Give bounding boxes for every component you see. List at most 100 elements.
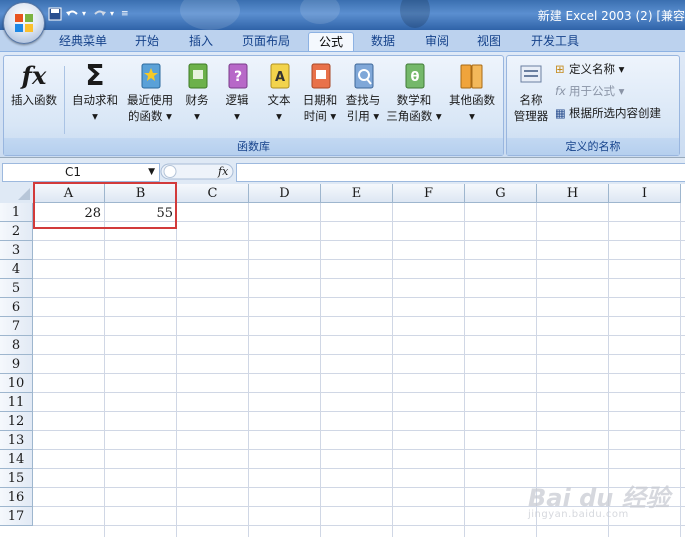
tab-view[interactable]: 视图 — [466, 32, 512, 51]
formula-input[interactable] — [236, 163, 685, 182]
dropdown-icon[interactable]: ▾ — [110, 7, 118, 21]
grid-row-line — [33, 392, 685, 393]
row-header-11[interactable]: 11 — [0, 393, 33, 412]
row-header-7[interactable]: 7 — [0, 317, 33, 336]
grid-row-line — [33, 430, 685, 431]
grid-row-line — [33, 411, 685, 412]
use-in-formula-button[interactable]: fx 用于公式 ▾ — [555, 82, 624, 100]
grid-row-line — [33, 335, 685, 336]
datetime-button[interactable]: 日期和 时间 ▾ — [300, 60, 340, 124]
tab-page-layout[interactable]: 页面布局 — [232, 32, 300, 51]
column-header-d[interactable]: D — [249, 184, 321, 203]
recent-label: 最近使用 — [127, 93, 173, 107]
row-header-2[interactable]: 2 — [0, 222, 33, 241]
name-manager-icon — [520, 65, 542, 83]
grid-row-line — [33, 297, 685, 298]
row-header-6[interactable]: 6 — [0, 298, 33, 317]
star-book-icon — [141, 63, 161, 89]
tab-formulas[interactable]: 公式 — [308, 32, 354, 52]
chevron-down-icon[interactable]: ▼ — [148, 164, 155, 181]
math-trig-button[interactable]: θ 数学和 三角函数 ▾ — [384, 60, 444, 124]
row-header-4[interactable]: 4 — [0, 260, 33, 279]
logical-label: 逻辑 — [225, 93, 249, 107]
name-manager-button[interactable]: 名称 管理器 — [509, 60, 553, 124]
datetime-dropdown: 时间 ▾ — [303, 109, 337, 123]
insert-function-button[interactable]: fx 插入函数 — [6, 60, 62, 108]
row-header-8[interactable]: 8 — [0, 336, 33, 355]
row-header-14[interactable]: 14 — [0, 450, 33, 469]
grid-row-line — [33, 240, 685, 241]
row-header-15[interactable]: 15 — [0, 469, 33, 488]
row-header-1[interactable]: 1 — [0, 203, 33, 222]
financial-button[interactable]: 财务 ▾ — [179, 60, 215, 124]
grid-row-line — [33, 259, 685, 260]
dropdown-icon[interactable]: ▾ — [82, 7, 90, 21]
name-box[interactable]: C1 ▼ — [2, 163, 160, 182]
fx-icon: fx — [21, 61, 47, 90]
undo-icon[interactable] — [65, 7, 79, 21]
row-header-13[interactable]: 13 — [0, 431, 33, 450]
books-icon — [460, 64, 483, 89]
grid-row-line — [33, 278, 685, 279]
tab-home[interactable]: 开始 — [124, 32, 170, 51]
highlight-box — [33, 182, 177, 229]
column-header-i[interactable]: I — [609, 184, 681, 203]
row-header-10[interactable]: 10 — [0, 374, 33, 393]
corner-triangle-icon — [18, 188, 30, 200]
save-icon[interactable] — [48, 7, 62, 21]
text-book-icon: A — [270, 63, 290, 89]
grid-row-line — [33, 468, 685, 469]
financial-label: 财务 — [185, 93, 209, 107]
more-functions-button[interactable]: 其他函数 ▾ — [444, 60, 500, 124]
logical-button[interactable]: ? 逻辑 ▾ — [219, 60, 255, 124]
column-header-e[interactable]: E — [321, 184, 393, 203]
create-from-selection-button[interactable]: ▦ 根据所选内容创建 — [555, 104, 661, 122]
tag-icon: ⊞ — [555, 62, 565, 76]
recent-functions-button[interactable]: 最近使用 的函数 ▾ — [122, 60, 178, 124]
tab-insert[interactable]: 插入 — [178, 32, 224, 51]
tab-review[interactable]: 审阅 — [414, 32, 460, 51]
calendar-book-icon — [311, 63, 331, 89]
logical-book-icon: ? — [228, 63, 248, 89]
insert-function-icon[interactable]: fx — [218, 163, 228, 180]
title-bar: ▾ ▾ ≡ 新建 Excel 2003 (2) [兼容 — [0, 0, 685, 30]
column-header-g[interactable]: G — [465, 184, 537, 203]
svg-text:θ: θ — [411, 70, 420, 85]
ribbon: fx 插入函数 Σ 自动求和 ▾ 最近使用 的函数 ▾ 财务 ▾ ? 逻辑 ▾ … — [0, 51, 685, 158]
create-from-selection-label: 根据所选内容创建 — [569, 106, 661, 120]
watermark-text: Bai du 经验 — [528, 484, 670, 512]
select-all-corner[interactable] — [0, 184, 34, 204]
math-dropdown: 三角函数 ▾ — [386, 109, 442, 123]
name-manager-label-2: 管理器 — [513, 109, 549, 123]
sigma-icon: Σ — [85, 59, 105, 92]
fx-small-icon: fx — [555, 84, 566, 98]
customize-qat-icon[interactable]: ≡ — [121, 7, 135, 21]
svg-text:?: ? — [234, 69, 242, 85]
tab-developer[interactable]: 开发工具 — [520, 32, 590, 51]
financial-dropdown: ▾ — [194, 109, 200, 123]
function-library-group: fx 插入函数 Σ 自动求和 ▾ 最近使用 的函数 ▾ 财务 ▾ ? 逻辑 ▾ … — [3, 55, 504, 156]
text-button[interactable]: A 文本 ▾ — [261, 60, 297, 124]
row-header-5[interactable]: 5 — [0, 279, 33, 298]
row-header-9[interactable]: 9 — [0, 355, 33, 374]
tab-classic-menu[interactable]: 经典菜单 — [48, 32, 118, 51]
office-button[interactable] — [3, 2, 45, 44]
row-header-12[interactable]: 12 — [0, 412, 33, 431]
row-header-16[interactable]: 16 — [0, 488, 33, 507]
lookup-button[interactable]: 查找与 引用 ▾ — [342, 60, 384, 124]
quick-access-toolbar: ▾ ▾ ≡ — [48, 6, 135, 22]
row-header-3[interactable]: 3 — [0, 241, 33, 260]
name-manager-label: 名称 — [519, 93, 543, 107]
row-header-17[interactable]: 17 — [0, 507, 33, 526]
redo-icon[interactable] — [93, 7, 107, 21]
use-in-formula-label: 用于公式 ▾ — [569, 84, 625, 98]
column-header-h[interactable]: H — [537, 184, 609, 203]
column-header-f[interactable]: F — [393, 184, 465, 203]
more-label: 其他函数 — [449, 93, 495, 107]
define-name-button[interactable]: ⊞ 定义名称 ▾ — [555, 60, 624, 78]
divider — [64, 66, 65, 134]
autosum-button[interactable]: Σ 自动求和 ▾ — [68, 60, 122, 124]
column-header-c[interactable]: C — [177, 184, 249, 203]
more-dropdown: ▾ — [469, 109, 475, 123]
tab-data[interactable]: 数据 — [360, 32, 406, 51]
